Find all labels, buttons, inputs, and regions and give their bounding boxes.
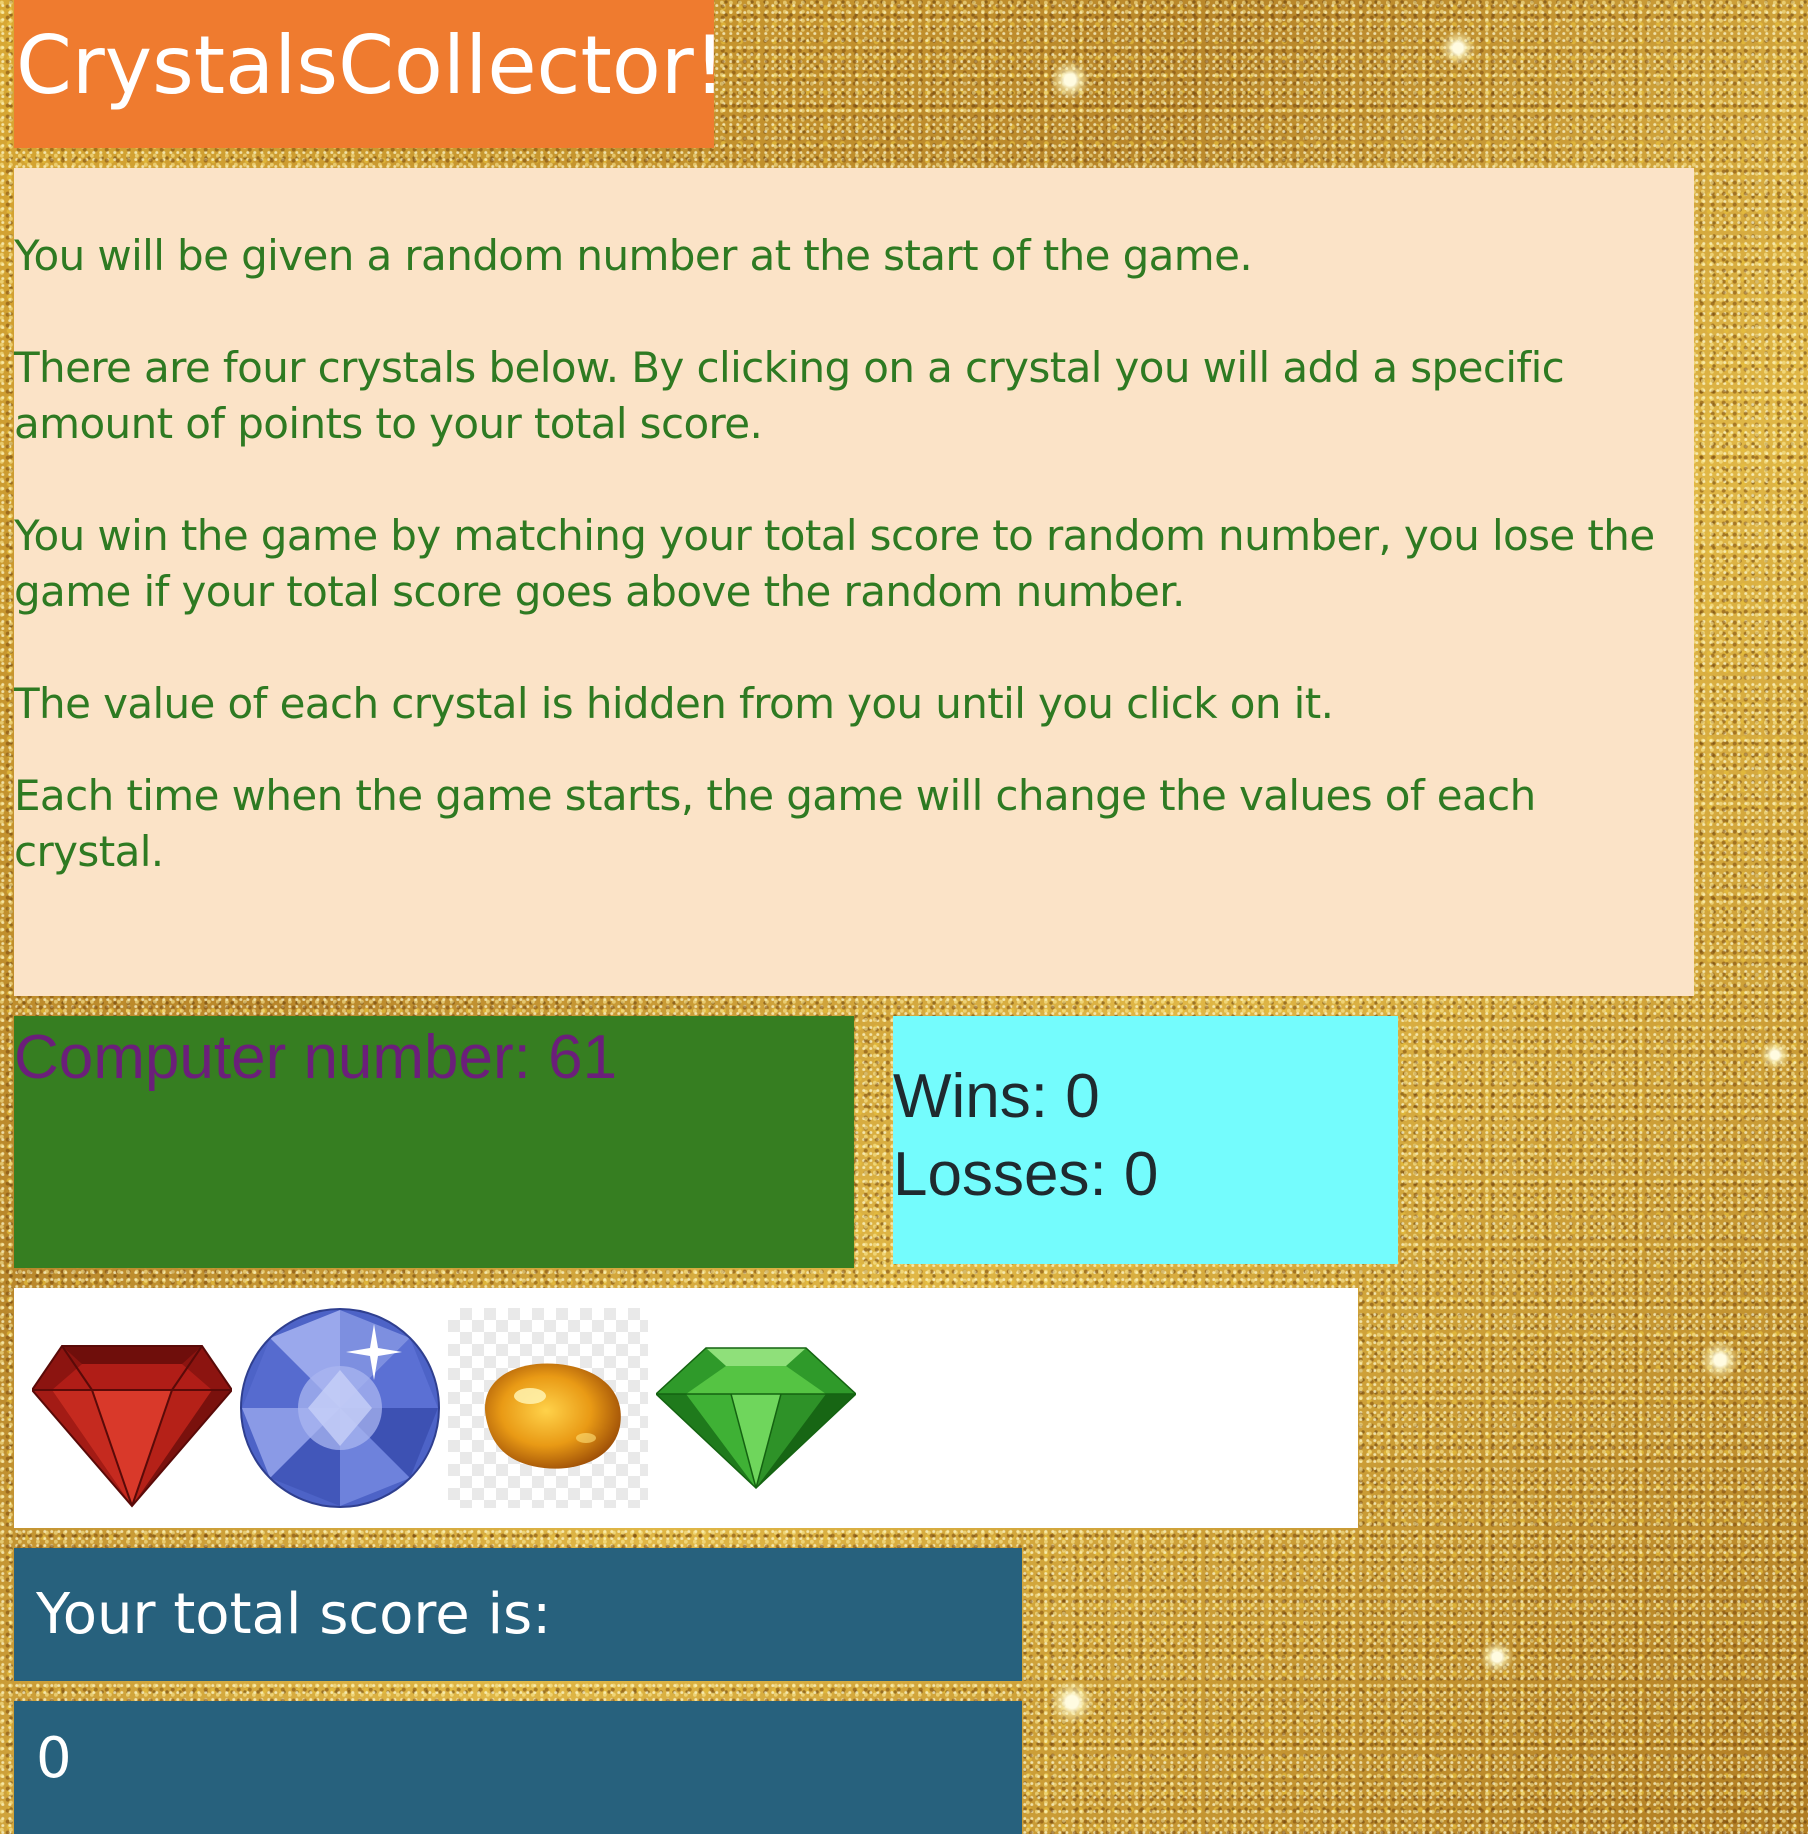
score-label-panel: Your total score is: (14, 1548, 1022, 1681)
green-emerald-crystal-icon (654, 1347, 858, 1490)
page-title: CrystalsCollector! (14, 0, 726, 148)
computer-number: Computer number: 61 (14, 1023, 618, 1092)
glitter-sparkle (1050, 1680, 1094, 1724)
crystal-button-green[interactable] (654, 1308, 858, 1508)
crystal-button-blue[interactable] (240, 1308, 440, 1508)
crystal-row (14, 1288, 1358, 1528)
instruction-text: Each time when the game starts, the game… (14, 771, 1536, 876)
score-value-panel: 0 (14, 1701, 1022, 1834)
instruction-text: You win the game by matching your total … (14, 511, 1655, 616)
score-value: 0 (36, 1726, 72, 1791)
blue-sapphire-crystal-icon (240, 1308, 440, 1508)
losses-count: Losses: 0 (893, 1140, 1159, 1209)
computer-number-panel: Computer number: 61 (14, 1016, 854, 1268)
instruction-text: There are four crystals below. By clicki… (14, 343, 1565, 448)
red-ruby-crystal-icon (30, 1345, 234, 1508)
glitter-sparkle (1050, 60, 1090, 100)
glitter-sparkle (1760, 1040, 1790, 1070)
crystal-button-amber[interactable] (448, 1308, 648, 1508)
instruction-text: The value of each crystal is hidden from… (14, 679, 1334, 728)
record-panel: Wins: 0 Losses: 0 (893, 1016, 1398, 1264)
instructions-panel: You will be given a random number at the… (14, 168, 1694, 996)
crystal-button-red[interactable] (30, 1308, 234, 1508)
instruction-text: You will be given a random number at the… (14, 231, 1253, 280)
wins-count: Wins: 0 (893, 1062, 1100, 1131)
glitter-sparkle (1480, 1640, 1514, 1674)
score-label: Your total score is: (36, 1582, 552, 1647)
glitter-sparkle (1440, 30, 1476, 66)
amber-crystal-icon (484, 1363, 621, 1469)
glitter-sparkle (1700, 1340, 1740, 1380)
